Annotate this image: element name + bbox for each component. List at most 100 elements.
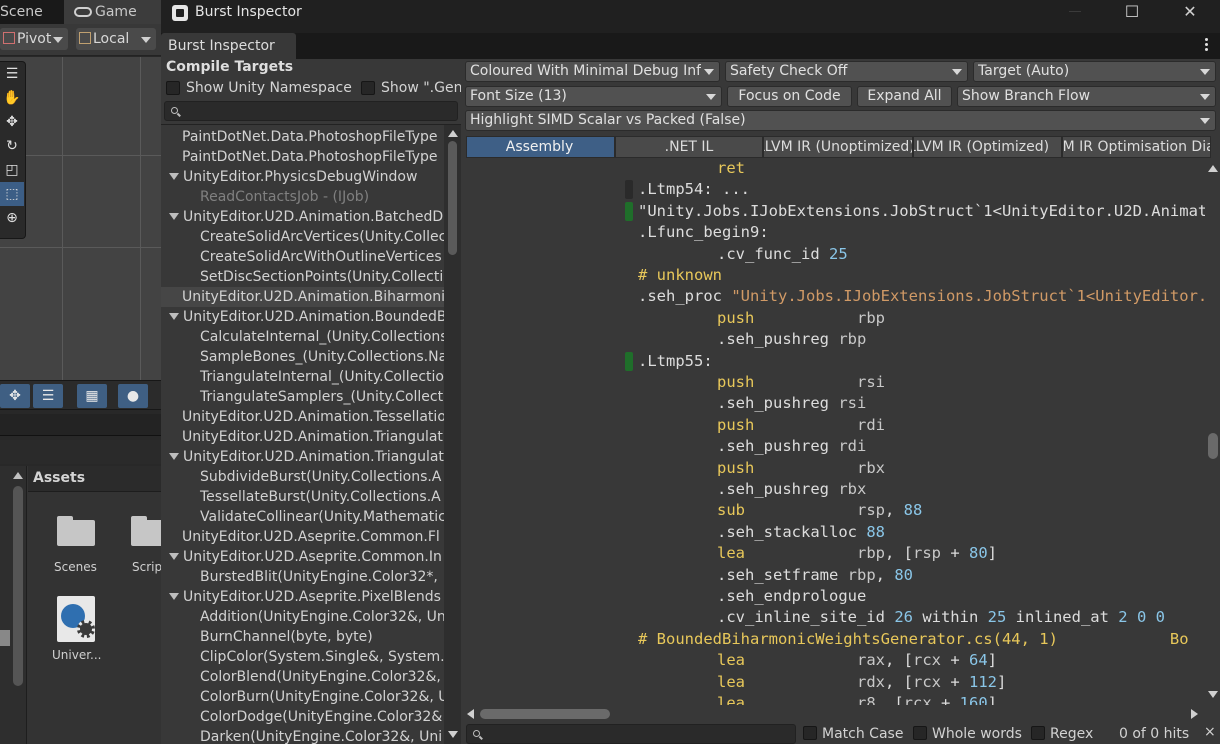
scroll-right-icon[interactable]: [1191, 709, 1198, 719]
render-pipeline-asset-icon[interactable]: [57, 596, 95, 642]
tree-item[interactable]: SubdivideBurst(Unity.Collections.A: [161, 467, 444, 487]
tree-item[interactable]: BurnChannel(byte, byte): [161, 627, 444, 647]
tree-item[interactable]: BurstedBlit(UnityEngine.Color32*,: [161, 567, 444, 587]
tree-item[interactable]: SampleBones_(Unity.Collections.Native: [161, 347, 444, 367]
assembly-code-view[interactable]: ret .Ltmp54: ... "Unity.Jobs.IJobExtension…: [465, 159, 1205, 705]
tab-llvm-unoptimized[interactable]: LLVM IR (Unoptimized): [763, 136, 913, 158]
focus-on-code-button[interactable]: Focus on Code: [727, 86, 852, 107]
targets-search-input[interactable]: [164, 101, 458, 121]
tab-assembly[interactable]: Assembly: [466, 136, 615, 158]
tree-item[interactable]: UnityEditor.U2D.Aseprite.Common.Fl: [161, 527, 444, 547]
rotate-tool-icon[interactable]: ↻: [0, 134, 24, 158]
tree-item[interactable]: ColorBlend(UnityEngine.Color32&,: [161, 667, 444, 687]
tree-item[interactable]: ReadContactsJob - (IJob): [161, 187, 444, 207]
code-horizontal-scrollbar[interactable]: [465, 705, 1205, 723]
more-options-icon[interactable]: [1205, 38, 1208, 52]
expand-all-button[interactable]: Expand All: [857, 86, 952, 107]
tab-net-il[interactable]: .NET IL: [615, 136, 763, 158]
folder-tree-scrollbar[interactable]: [13, 486, 23, 686]
tree-item[interactable]: Darken(UnityEngine.Color32&, Uni: [161, 727, 444, 744]
tab-llvm-optimized[interactable]: LLVM IR (Optimized): [913, 136, 1062, 158]
output-mode-dropdown[interactable]: Coloured With Minimal Debug Info: [465, 61, 720, 82]
show-unity-namespace-checkbox[interactable]: [166, 81, 180, 95]
tree-item[interactable]: TessellateBurst(Unity.Collections.A: [161, 487, 444, 507]
expand-arrow-icon[interactable]: [169, 453, 179, 460]
minimize-button[interactable]: [1069, 11, 1081, 12]
maximize-button[interactable]: ☐: [1104, 0, 1160, 26]
tree-item[interactable]: Addition(UnityEngine.Color32&, Un: [161, 607, 444, 627]
show-generated-checkbox[interactable]: [361, 81, 375, 95]
tree-item[interactable]: PaintDotNet.Data.PhotoshopFileType: [161, 127, 444, 147]
grid-icon[interactable]: ▦: [77, 384, 107, 408]
tab-burst-inspector[interactable]: Burst Inspector: [161, 33, 296, 59]
expand-arrow-icon[interactable]: [169, 173, 179, 180]
tree-item[interactable]: UnityEditor.U2D.Animation.BiharmonicWeig…: [161, 287, 444, 307]
scroll-down-icon[interactable]: [448, 731, 458, 738]
hand-tool-icon[interactable]: ✋: [0, 86, 24, 110]
tree-item[interactable]: UnityEditor.U2D.Animation.Tessellation: [161, 407, 444, 427]
tree-item[interactable]: UnityEditor.U2D.Animation.BoundedBiharmo…: [161, 307, 444, 327]
scroll-left-icon[interactable]: [467, 709, 474, 719]
expand-arrow-icon[interactable]: [169, 213, 179, 220]
circle-icon[interactable]: ●: [118, 384, 148, 408]
folder-icon[interactable]: [131, 516, 161, 546]
regex-checkbox[interactable]: [1031, 726, 1045, 740]
tab-scene[interactable]: Scene: [0, 0, 64, 24]
whole-words-checkbox[interactable]: [913, 726, 927, 740]
tab-llvm-diagnostics[interactable]: LLVM IR Optimisation Diagnostics: [1062, 136, 1211, 158]
scrollbar-thumb[interactable]: [448, 141, 457, 255]
expand-arrow-icon[interactable]: [169, 313, 179, 320]
transform-tool-icon[interactable]: ⊕: [0, 206, 24, 230]
scrollbar-thumb[interactable]: [1208, 433, 1218, 459]
safety-check-dropdown[interactable]: Safety Check Off: [725, 61, 968, 82]
tree-item[interactable]: CreateSolidArcVertices(Unity.Collections: [161, 227, 444, 247]
view-tool-icon[interactable]: ☰: [0, 62, 24, 86]
move-tool-icon[interactable]: ✥: [0, 110, 24, 134]
local-dropdown[interactable]: Local: [76, 28, 156, 50]
tree-item[interactable]: ColorDodge(UnityEngine.Color32&: [161, 707, 444, 727]
tree-scrollbar[interactable]: [444, 125, 461, 744]
tree-item[interactable]: ClipColor(System.Single&, System.: [161, 647, 444, 667]
tree-item[interactable]: PaintDotNet.Data.PhotoshopFileType: [161, 147, 444, 167]
tab-game[interactable]: Game: [64, 0, 161, 24]
tree-item[interactable]: ValidateCollinear(Unity.Mathematics: [161, 507, 444, 527]
expand-arrow-icon[interactable]: [169, 553, 179, 560]
branch-marker[interactable]: [625, 351, 633, 371]
scrollbar-thumb[interactable]: [480, 709, 610, 719]
scale-tool-icon[interactable]: ◰: [0, 158, 24, 182]
tree-item[interactable]: ColorBurn(UnityEngine.Color32&, U: [161, 687, 444, 707]
tree-item[interactable]: UnityEditor.U2D.Animation.BatchedDrawing: [161, 207, 444, 227]
simd-highlight-dropdown[interactable]: Highlight SIMD Scalar vs Packed (False): [465, 110, 1216, 131]
branch-flow-dropdown[interactable]: Show Branch Flow: [957, 86, 1216, 107]
tree-item[interactable]: CalculateInternal_(Unity.Collections: [161, 327, 444, 347]
tree-item[interactable]: UnityEditor.U2D.Aseprite.Common.In: [161, 547, 444, 567]
target-dropdown[interactable]: Target (Auto): [973, 61, 1216, 82]
folder-icon[interactable]: [57, 516, 95, 546]
align-icon[interactable]: ☰: [33, 384, 63, 408]
move-snap-icon[interactable]: ✥: [0, 384, 30, 408]
tree-item[interactable]: TriangulateInternal_(Unity.Collections: [161, 367, 444, 387]
scene-viewport[interactable]: ☰ ✋ ✥ ↻ ◰ ⬚ ⊕: [0, 57, 161, 380]
font-size-dropdown[interactable]: Font Size (13): [465, 86, 722, 107]
close-button[interactable]: ✕: [1162, 0, 1218, 26]
close-search-icon[interactable]: ×: [1204, 724, 1216, 740]
tree-item[interactable]: UnityEditor.U2D.Animation.Triangulation: [161, 427, 444, 447]
branch-marker[interactable]: [625, 180, 633, 200]
match-case-checkbox[interactable]: [803, 726, 817, 740]
scroll-up-icon[interactable]: [1208, 165, 1218, 172]
expand-arrow-icon[interactable]: [169, 593, 179, 600]
tree-item[interactable]: UnityEditor.U2D.Animation.Triangulation: [161, 447, 444, 467]
tree-item[interactable]: UnityEditor.U2D.Aseprite.PixelBlends: [161, 587, 444, 607]
tree-item[interactable]: TriangulateSamplers_(Unity.Collections: [161, 387, 444, 407]
tree-item[interactable]: CreateSolidArcWithOutlineVertices: [161, 247, 444, 267]
code-search-input[interactable]: [466, 724, 796, 744]
pivot-dropdown[interactable]: Pivot: [0, 28, 68, 50]
scroll-up-icon[interactable]: [448, 130, 458, 137]
tree-item[interactable]: SetDiscSectionPoints(Unity.Collections: [161, 267, 444, 287]
scroll-up-icon[interactable]: [13, 472, 23, 479]
branch-marker[interactable]: [625, 201, 633, 221]
code-vertical-scrollbar[interactable]: [1205, 159, 1220, 705]
scroll-down-icon[interactable]: [1208, 691, 1218, 698]
rect-tool-icon[interactable]: ⬚: [0, 182, 24, 206]
tree-item[interactable]: UnityEditor.PhysicsDebugWindow: [161, 167, 444, 187]
